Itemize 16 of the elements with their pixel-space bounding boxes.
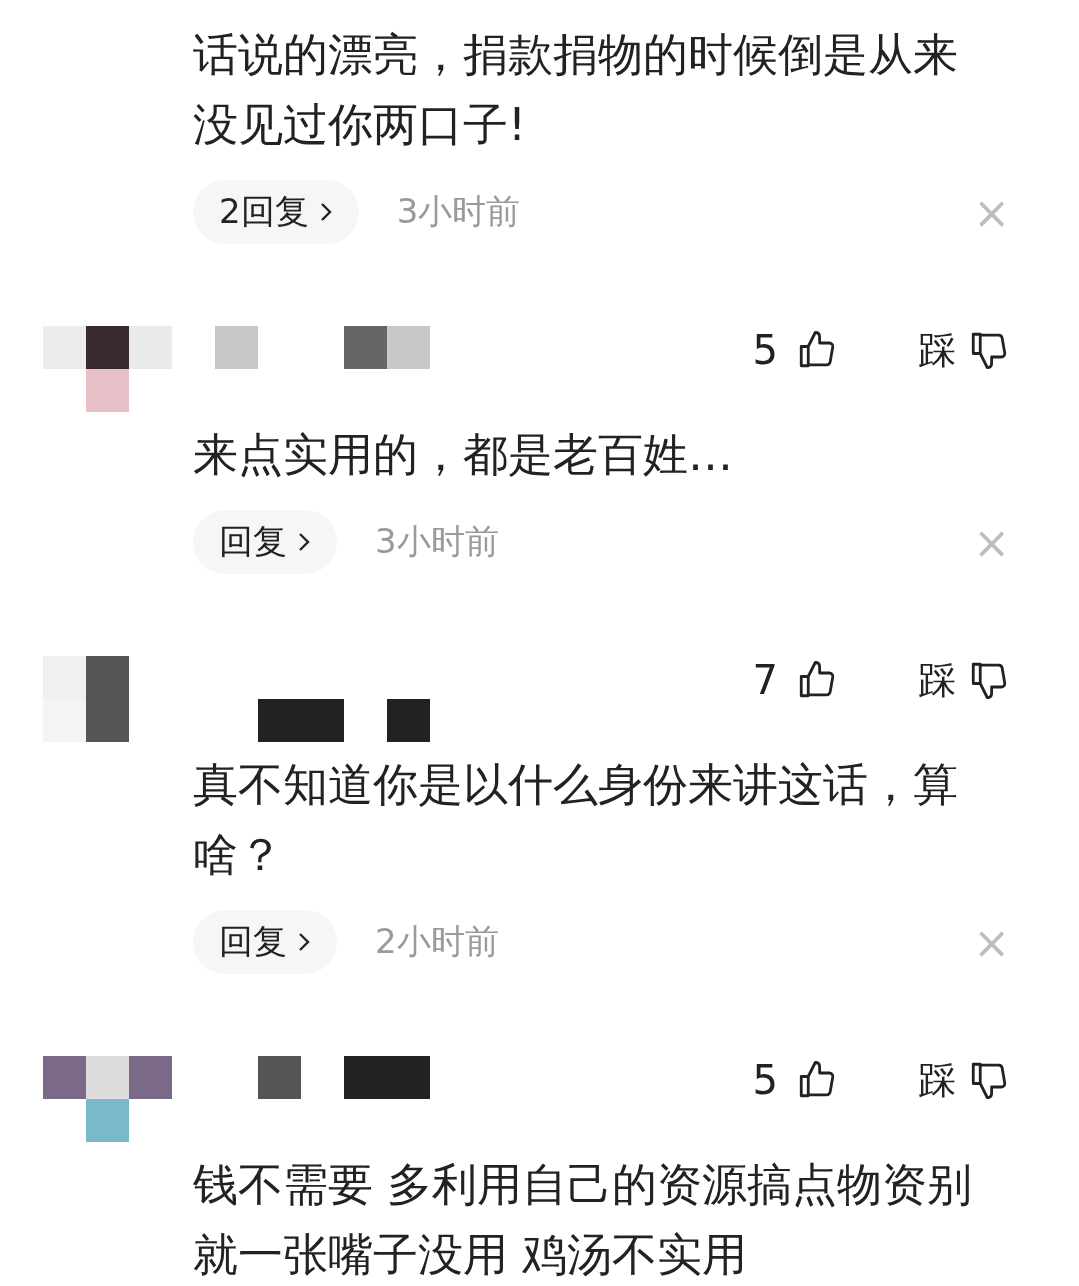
dislike-label[interactable]: 踩 <box>918 326 956 374</box>
dislike-label[interactable]: 踩 <box>918 656 956 704</box>
comment-text: 钱不需要 多利用自己的资源搞点物资别就一张嘴子没用 鸡汤不实用 <box>193 1157 974 1283</box>
reply-button[interactable]: 回复 <box>193 910 337 974</box>
reply-button[interactable]: 回复 <box>193 510 337 574</box>
comment-text: 来点实用的，都是老百姓… <box>193 427 734 483</box>
like-count: 5 <box>752 1056 778 1104</box>
comment-time: 3小时前 <box>375 520 499 563</box>
comment-time: 3小时前 <box>396 190 521 233</box>
like-count: 5 <box>752 326 778 374</box>
comment-text: 话说的漂亮，捐款捐物的时候倒是从来没见过你两口子! <box>193 27 959 153</box>
comment-text: 真不知道你是以什么身份来讲这话，算啥？ <box>193 757 959 883</box>
reply-button[interactable]: 2回复 <box>193 180 359 244</box>
comment-time: 2小时前 <box>375 920 499 963</box>
dislike-label[interactable]: 踩 <box>918 1056 956 1104</box>
like-count: 7 <box>752 656 778 704</box>
